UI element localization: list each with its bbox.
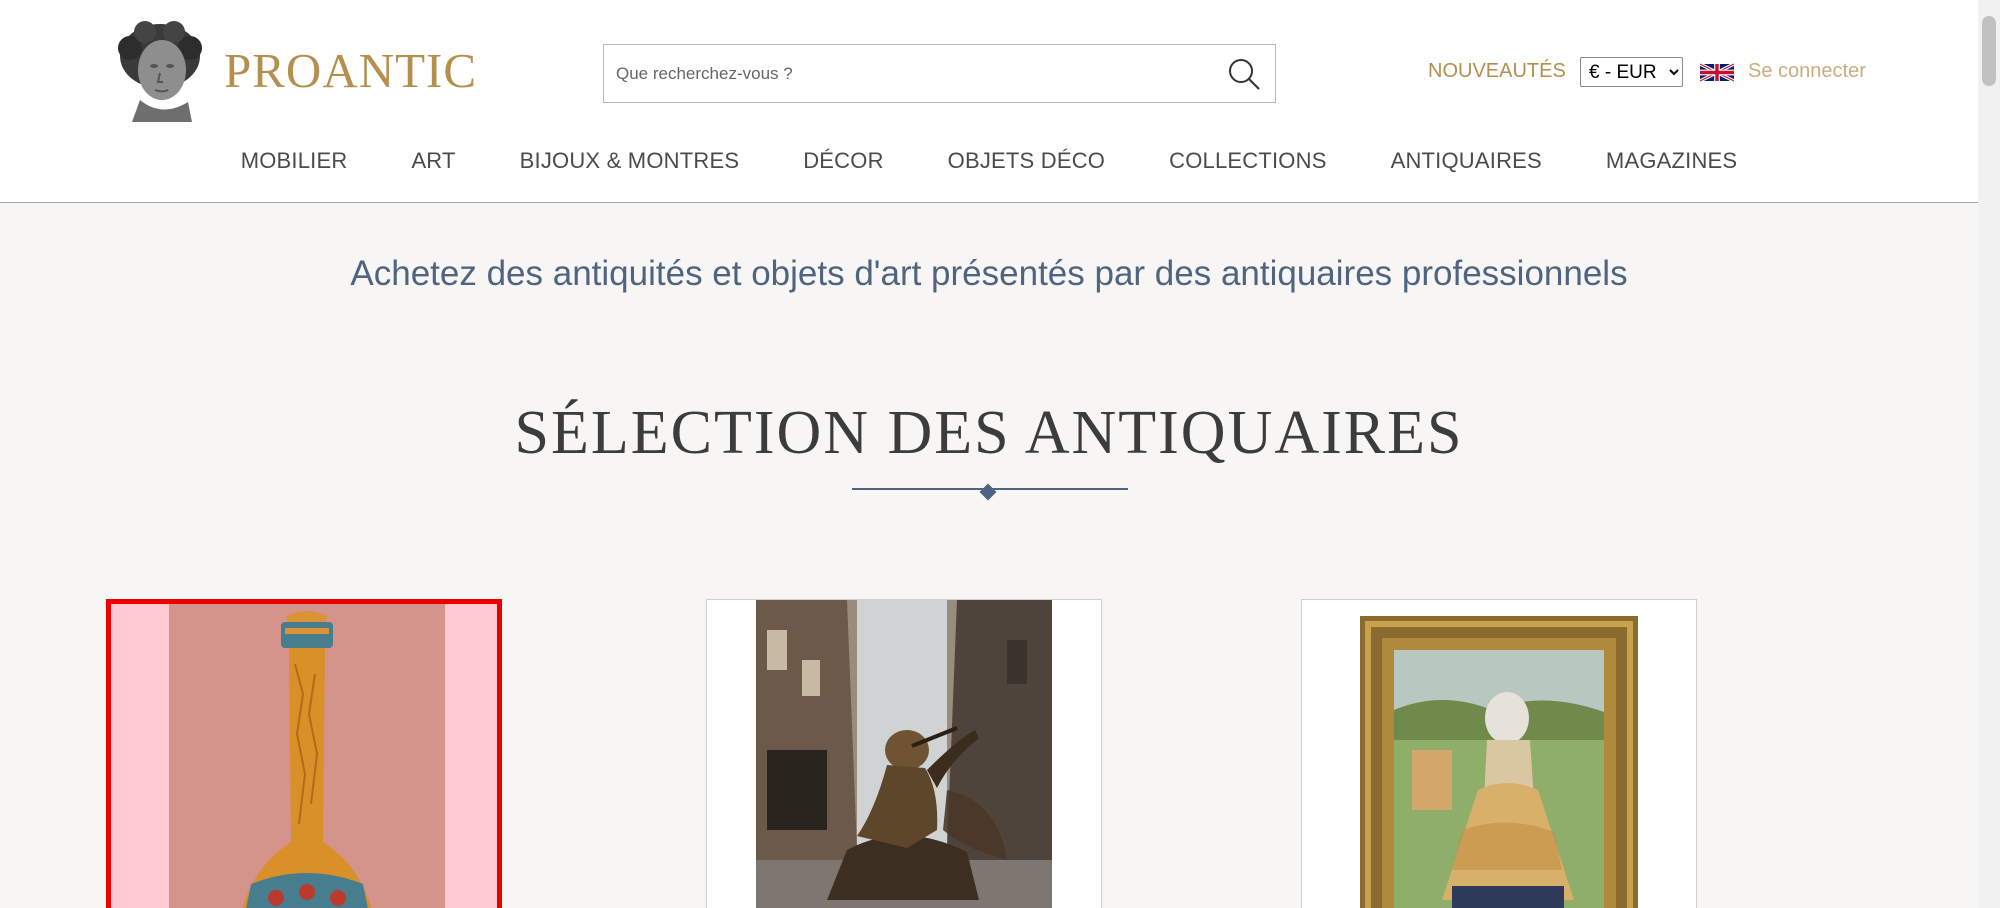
currency-select[interactable]: € - EUR (1580, 57, 1683, 87)
new-arrivals-link[interactable]: NOUVEAUTÉS (1428, 60, 1566, 83)
site-tagline: Achetez des antiquités et objets d'art p… (350, 254, 1628, 293)
product-card-1[interactable] (106, 599, 502, 908)
nav-item-collections[interactable]: COLLECTIONS (1169, 148, 1326, 178)
main-nav: MOBILIER ART BIJOUX & MONTRES DÉCOR OBJE… (0, 148, 1978, 178)
nav-item-antiquaires[interactable]: ANTIQUAIRES (1391, 148, 1542, 178)
search-button[interactable] (1223, 53, 1265, 95)
product-card-3[interactable] (1301, 599, 1697, 908)
scrollbar-thumb[interactable] (1982, 16, 1996, 86)
bronze-statue-image (707, 600, 1101, 908)
bust-logo-icon (118, 21, 202, 122)
enamel-vase-image (111, 604, 497, 908)
search-input[interactable] (616, 45, 1206, 102)
site-logo[interactable]: PROANTIC (110, 18, 477, 122)
nav-item-mobilier[interactable]: MOBILIER (241, 148, 348, 178)
site-header: PROANTIC NOUVEAUTÉS € - EUR Se connecter… (0, 0, 1978, 203)
page-scrollbar[interactable] (1978, 0, 2000, 908)
section-title: SÉLECTION DES ANTIQUAIRES (514, 399, 1464, 467)
search-icon (1229, 59, 1260, 90)
divider-diamond-icon (979, 483, 997, 501)
framed-painting-image (1302, 600, 1696, 908)
nav-item-bijoux-montres[interactable]: BIJOUX & MONTRES (520, 148, 740, 178)
nav-item-art[interactable]: ART (411, 148, 455, 178)
uk-flag-icon[interactable] (1700, 60, 1734, 85)
nav-item-magazines[interactable]: MAGAZINES (1606, 148, 1737, 178)
nav-item-decor[interactable]: DÉCOR (803, 148, 883, 178)
nav-item-objets-deco[interactable]: OBJETS DÉCO (948, 148, 1105, 178)
brand-name: PROANTIC (224, 42, 478, 98)
login-link[interactable]: Se connecter (1748, 60, 1866, 83)
search-bar (603, 44, 1276, 103)
product-card-2[interactable] (706, 599, 1102, 908)
